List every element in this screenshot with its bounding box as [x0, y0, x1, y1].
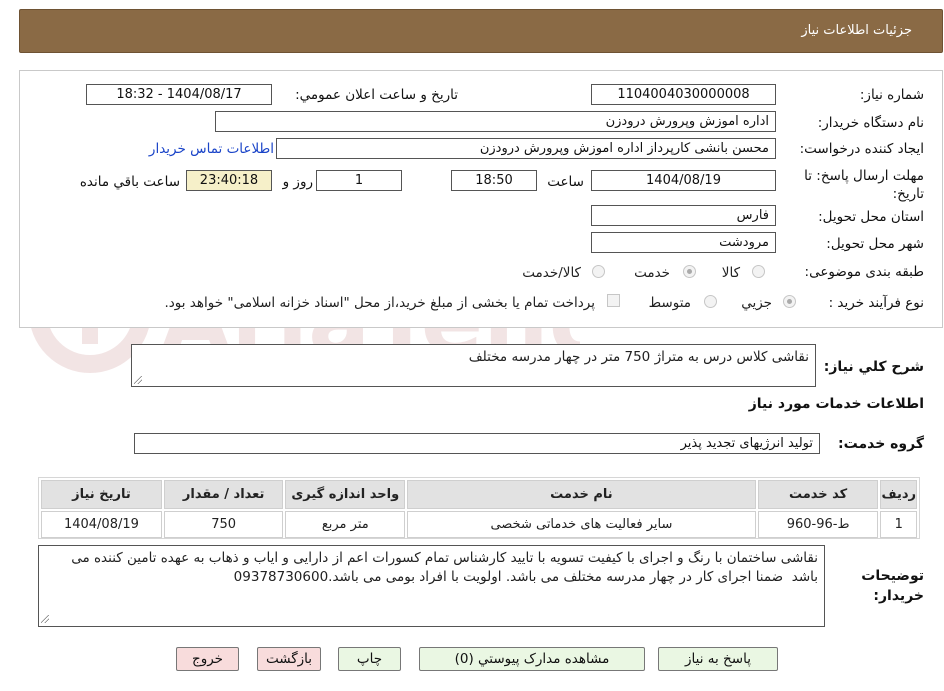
- announce-date-label: تاریخ و ساعت اعلان عمومي:: [295, 87, 458, 103]
- province-field[interactable]: فارس: [591, 205, 776, 226]
- creator-label: ايجاد کننده درخواست:: [799, 141, 924, 157]
- deadline-time-label: ساعت: [547, 174, 584, 190]
- description-textarea[interactable]: نقاشی کلاس درس به متراژ 750 متر در چهار …: [131, 344, 816, 387]
- treasury-payment-checkbox[interactable]: [607, 294, 620, 307]
- cell-service-code: ط-96-960: [757, 511, 879, 538]
- deadline-time-field[interactable]: 18:50: [451, 170, 537, 191]
- services-section-title: اطلاعات خدمات مورد نياز: [748, 396, 924, 412]
- resize-grip-icon[interactable]: [41, 615, 49, 623]
- attachments-button[interactable]: مشاهده مدارک پيوستي (0): [419, 647, 645, 671]
- treasury-payment-note: پرداخت تمام یا بخشی از مبلغ خرید،از محل …: [164, 295, 595, 311]
- process-radio-medium[interactable]: [704, 295, 717, 308]
- exit-button[interactable]: خروج: [176, 647, 239, 671]
- deadline-date-field[interactable]: 1404/08/19: [591, 170, 776, 191]
- buyer-org-label: نام دستگاه خريدار:: [817, 115, 924, 131]
- category-radio-service[interactable]: [683, 265, 696, 278]
- process-option-medium: متوسط: [648, 295, 691, 311]
- category-option-goods-service: کالا/خدمت: [522, 265, 581, 281]
- resize-grip-icon[interactable]: [134, 376, 142, 384]
- cell-need-date: 1404/08/19: [41, 511, 162, 538]
- description-label: شرح کلي نياز:: [823, 359, 924, 375]
- service-group-label: گروه خدمت:: [838, 436, 924, 452]
- remaining-time-label: ساعت باقي مانده: [79, 174, 180, 190]
- table-header-row: رديف کد خدمت نام خدمت واحد اندازه گيری ت…: [41, 480, 917, 509]
- days-label: روز و: [282, 174, 313, 190]
- page-title: جزئیات اطلاعات نیاز: [801, 23, 912, 38]
- cell-row-number: 1: [880, 511, 917, 538]
- category-radio-goods[interactable]: [752, 265, 765, 278]
- city-label: شهر محل تحويل:: [826, 236, 924, 252]
- buyer-contact-link[interactable]: اطلاعات تماس خريدار: [149, 141, 274, 157]
- days-remaining-field[interactable]: 1: [316, 170, 402, 191]
- reply-button[interactable]: پاسخ به نياز: [658, 647, 778, 671]
- deadline-label: مهلت ارسال پاسخ: تا تاريخ:: [804, 168, 924, 202]
- column-header-unit: واحد اندازه گيری: [285, 480, 406, 509]
- cell-quantity: 750: [163, 511, 284, 538]
- column-header-row-number: رديف: [880, 480, 917, 509]
- back-button[interactable]: بازگشت: [257, 647, 321, 671]
- process-option-minor: جزيي: [741, 295, 772, 311]
- buyer-org-field[interactable]: اداره اموزش وپرورش درودزن: [215, 111, 776, 132]
- buyer-notes-textarea[interactable]: نقاشی ساختمان با رنگ و اجرای با کیفیت تس…: [38, 545, 825, 627]
- service-group-field[interactable]: تولید انرژیهای تجدید پذیر: [134, 433, 820, 454]
- column-header-quantity: تعداد / مقدار: [163, 480, 284, 509]
- cell-unit: متر مربع: [285, 511, 406, 538]
- announce-date-field[interactable]: 1404/08/17 - 18:32: [86, 84, 272, 105]
- print-button[interactable]: چاپ: [338, 647, 401, 671]
- category-radio-goods-service[interactable]: [592, 265, 605, 278]
- page-header: جزئیات اطلاعات نیاز: [19, 9, 943, 53]
- need-number-label: شماره نیاز:: [859, 87, 924, 103]
- column-header-service-name: نام خدمت: [407, 480, 756, 509]
- remaining-time-field: 23:40:18: [186, 170, 272, 191]
- category-option-goods: کالا: [721, 265, 740, 281]
- city-field[interactable]: مرودشت: [591, 232, 776, 253]
- column-header-service-code: کد خدمت: [757, 480, 879, 509]
- buyer-notes-label: توضيحات خريدار:: [861, 568, 924, 604]
- services-table: رديف کد خدمت نام خدمت واحد اندازه گيری ت…: [38, 477, 920, 539]
- category-label: طبقه بندی موضوعی:: [804, 264, 924, 280]
- creator-field[interactable]: محسن بانشی کارپرداز اداره اموزش وپرورش د…: [276, 138, 776, 159]
- table-row[interactable]: 1 ط-96-960 سایر فعالیت های خدماتی شخصی م…: [41, 511, 917, 538]
- process-radio-minor[interactable]: [783, 295, 796, 308]
- process-type-label: نوع فرآيند خريد :: [828, 295, 924, 311]
- column-header-need-date: تاريخ نياز: [41, 480, 162, 509]
- cell-service-name: سایر فعالیت های خدماتی شخصی: [407, 511, 756, 538]
- province-label: استان محل تحويل:: [818, 209, 924, 225]
- category-option-service: خدمت: [634, 265, 670, 281]
- need-number-field[interactable]: 1104004030000008: [591, 84, 776, 105]
